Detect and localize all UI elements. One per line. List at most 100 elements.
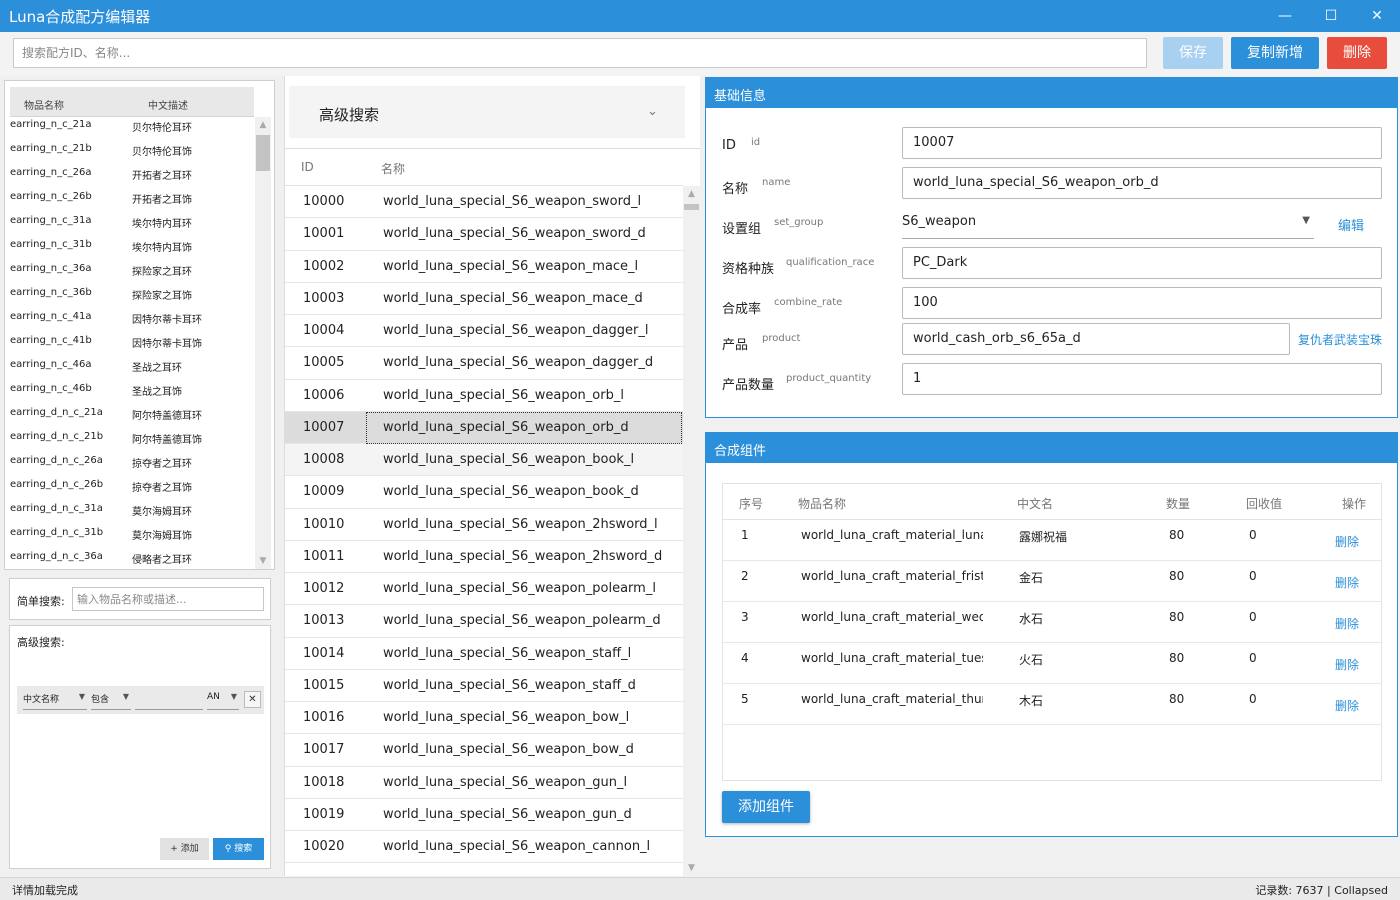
component-index: 1 bbox=[741, 528, 749, 542]
scroll-up-icon[interactable]: ▲ bbox=[255, 120, 271, 130]
advanced-filter-label: 高级搜索: bbox=[17, 636, 65, 649]
column-header-name[interactable]: 名称 bbox=[381, 160, 405, 177]
item-list-scrollbar[interactable]: ▲ ▼ bbox=[255, 117, 271, 569]
filter-value-input[interactable] bbox=[135, 692, 203, 710]
filter-field-select[interactable]: 中文名称 ▼ bbox=[23, 692, 87, 710]
scroll-thumb[interactable] bbox=[684, 204, 699, 210]
list-item[interactable]: earring_d_n_c_21b 阿尔特盖德耳饰 bbox=[10, 429, 254, 453]
recipe-name: world_luna_special_S6_weapon_cannon_l bbox=[383, 839, 651, 854]
column-header-id[interactable]: ID bbox=[301, 160, 314, 174]
table-row[interactable]: 10013 world_luna_special_S6_weapon_polear… bbox=[285, 605, 683, 638]
copy-new-button[interactable]: 复制新增 bbox=[1231, 37, 1319, 69]
product-input[interactable]: world_cash_orb_s6_65a_d bbox=[902, 323, 1290, 355]
list-item[interactable]: earring_n_c_41a 因特尔蒂卡耳环 bbox=[10, 309, 254, 333]
delete-component-link[interactable]: 删除 bbox=[1335, 697, 1359, 714]
delete-button[interactable]: 删除 bbox=[1327, 37, 1387, 69]
delete-component-link[interactable]: 删除 bbox=[1335, 615, 1359, 632]
table-row[interactable]: 10019 world_luna_special_S6_weapon_gun_d bbox=[285, 799, 683, 831]
qualification-race-input[interactable]: PC_Dark bbox=[902, 247, 1382, 279]
recipe-id: 10010 bbox=[303, 516, 345, 532]
edit-set-group-link[interactable]: 编辑 bbox=[1338, 215, 1364, 234]
table-row[interactable]: 10020 world_luna_special_S6_weapon_cannon… bbox=[285, 831, 683, 864]
table-row: 3 world_luna_craft_material_weds 水石 80 0 删除 bbox=[723, 602, 1381, 643]
delete-component-link[interactable]: 删除 bbox=[1335, 533, 1359, 550]
table-row[interactable]: 10012 world_luna_special_S6_weapon_polear… bbox=[285, 573, 683, 606]
product-quantity-input[interactable]: 1 bbox=[902, 363, 1382, 395]
column-header-item-name[interactable]: 物品名称 bbox=[24, 97, 64, 112]
simple-search-input[interactable] bbox=[72, 587, 264, 611]
name-input[interactable]: world_luna_special_S6_weapon_orb_d bbox=[902, 167, 1382, 199]
list-item[interactable]: earring_n_c_36a 探险家之耳环 bbox=[10, 261, 254, 285]
list-item[interactable]: earring_n_c_46a 圣战之耳环 bbox=[10, 357, 254, 381]
delete-component-link[interactable]: 删除 bbox=[1335, 656, 1359, 673]
recipe-list-scrollbar[interactable]: ▲ ▼ bbox=[683, 186, 700, 876]
table-row[interactable]: 10007 world_luna_special_S6_weapon_orb_d bbox=[285, 411, 683, 444]
table-row[interactable]: 10016 world_luna_special_S6_weapon_bow_l bbox=[285, 702, 683, 735]
id-input[interactable]: 10007 bbox=[902, 127, 1382, 159]
table-row[interactable]: 10009 world_luna_special_S6_weapon_book_d bbox=[285, 476, 683, 509]
item-name: earring_d_n_c_26a bbox=[10, 455, 103, 466]
list-item[interactable]: earring_d_n_c_26a 掠夺者之耳环 bbox=[10, 453, 254, 477]
minimize-icon[interactable]: — bbox=[1262, 0, 1308, 32]
scroll-down-icon[interactable]: ▼ bbox=[255, 556, 271, 566]
add-condition-button[interactable]: + 添加 bbox=[160, 838, 209, 860]
table-row[interactable]: 10005 world_luna_special_S6_weapon_dagger… bbox=[285, 347, 683, 380]
recipe-id: 10007 bbox=[303, 419, 345, 435]
close-icon[interactable]: ✕ bbox=[1354, 0, 1400, 32]
table-row[interactable]: 10018 world_luna_special_S6_weapon_gun_l bbox=[285, 767, 683, 799]
table-row[interactable]: 10010 world_luna_special_S6_weapon_2hswor… bbox=[285, 509, 683, 541]
table-row[interactable]: 10006 world_luna_special_S6_weapon_orb_l bbox=[285, 380, 683, 412]
add-component-button[interactable]: 添加组件 bbox=[722, 791, 810, 823]
column-header-chinese-name: 中文名 bbox=[1017, 497, 1054, 511]
table-row[interactable]: 10008 world_luna_special_S6_weapon_book_l bbox=[285, 444, 683, 477]
list-item[interactable]: earring_d_n_c_31b 莫尔海姆耳饰 bbox=[10, 525, 254, 549]
recipe-name: world_luna_special_S6_weapon_sword_d bbox=[383, 226, 646, 242]
filter-search-button[interactable]: ⚲ 搜索 bbox=[213, 838, 264, 860]
list-item[interactable]: earring_d_n_c_31a 莫尔海姆耳环 bbox=[10, 501, 254, 525]
table-row[interactable]: 10000 world_luna_special_S6_weapon_sword_… bbox=[285, 186, 683, 219]
column-header-description[interactable]: 中文描述 bbox=[148, 97, 188, 112]
simple-search-panel: 简单搜索: bbox=[9, 578, 271, 620]
item-description: 阿尔特盖德耳环 bbox=[132, 411, 202, 422]
advanced-search-title: 高级搜索 bbox=[319, 106, 380, 124]
scroll-thumb[interactable] bbox=[256, 135, 270, 171]
table-row[interactable]: 10001 world_luna_special_S6_weapon_sword_… bbox=[285, 218, 683, 251]
save-button[interactable]: 保存 bbox=[1163, 37, 1223, 69]
filter-operator-select[interactable]: 包含 ▼ bbox=[91, 692, 131, 710]
item-name: earring_n_c_41a bbox=[10, 311, 92, 322]
table-row[interactable]: 10017 world_luna_special_S6_weapon_bow_d bbox=[285, 734, 683, 767]
table-row[interactable]: 10003 world_luna_special_S6_weapon_mace_d bbox=[285, 283, 683, 315]
list-item[interactable]: earring_d_n_c_26b 掠夺者之耳饰 bbox=[10, 477, 254, 501]
list-item[interactable]: earring_n_c_21a 贝尔特伦耳环 bbox=[10, 117, 254, 141]
recipe-id: 10017 bbox=[303, 742, 345, 758]
delete-component-link[interactable]: 删除 bbox=[1335, 574, 1359, 591]
table-row[interactable]: 10015 world_luna_special_S6_weapon_staff_… bbox=[285, 670, 683, 702]
list-item[interactable]: earring_d_n_c_21a 阿尔特盖德耳环 bbox=[10, 405, 254, 429]
maximize-icon[interactable]: ☐ bbox=[1308, 0, 1354, 32]
advanced-search-expander[interactable]: 高级搜索 ⌄ bbox=[289, 86, 685, 138]
list-item[interactable]: earring_n_c_31b 埃尔特内耳饰 bbox=[10, 237, 254, 261]
list-item[interactable]: earring_n_c_36b 探险家之耳饰 bbox=[10, 285, 254, 309]
list-item[interactable]: earring_n_c_26b 开拓者之耳饰 bbox=[10, 189, 254, 213]
table-row[interactable]: 10011 world_luna_special_S6_weapon_2hswor… bbox=[285, 541, 683, 573]
component-chinese-name: 金石 bbox=[1019, 571, 1044, 585]
table-row[interactable]: 10014 world_luna_special_S6_weapon_staff_… bbox=[285, 638, 683, 670]
combine-rate-input[interactable]: 100 bbox=[902, 287, 1382, 319]
item-name: earring_n_c_21b bbox=[10, 143, 92, 154]
scroll-up-icon[interactable]: ▲ bbox=[683, 189, 700, 199]
list-item[interactable]: earring_d_n_c_36a 侵略者之耳环 bbox=[10, 549, 254, 569]
list-item[interactable]: earring_n_c_41b 因特尔蒂卡耳饰 bbox=[10, 333, 254, 357]
list-item[interactable]: earring_n_c_21b 贝尔特伦耳饰 bbox=[10, 141, 254, 165]
filter-logic-select[interactable]: AN ▼ bbox=[207, 692, 239, 710]
remove-condition-icon[interactable]: ✕ bbox=[244, 691, 261, 708]
item-name: earring_d_n_c_36a bbox=[10, 551, 103, 562]
list-item[interactable]: earring_n_c_26a 开拓者之耳环 bbox=[10, 165, 254, 189]
recipe-search-input[interactable] bbox=[13, 38, 1147, 68]
scroll-down-icon[interactable]: ▼ bbox=[683, 863, 700, 873]
table-row[interactable]: 10004 world_luna_special_S6_weapon_dagger… bbox=[285, 315, 683, 348]
list-item[interactable]: earring_n_c_46b 圣战之耳饰 bbox=[10, 381, 254, 405]
table-row[interactable]: 10002 world_luna_special_S6_weapon_mace_l bbox=[285, 251, 683, 283]
list-item[interactable]: earring_n_c_31a 埃尔特内耳环 bbox=[10, 213, 254, 237]
set-group-select[interactable]: S6_weapon ▼ bbox=[902, 207, 1314, 239]
product-name-link[interactable]: 复仇者武装宝珠 bbox=[1298, 331, 1382, 348]
